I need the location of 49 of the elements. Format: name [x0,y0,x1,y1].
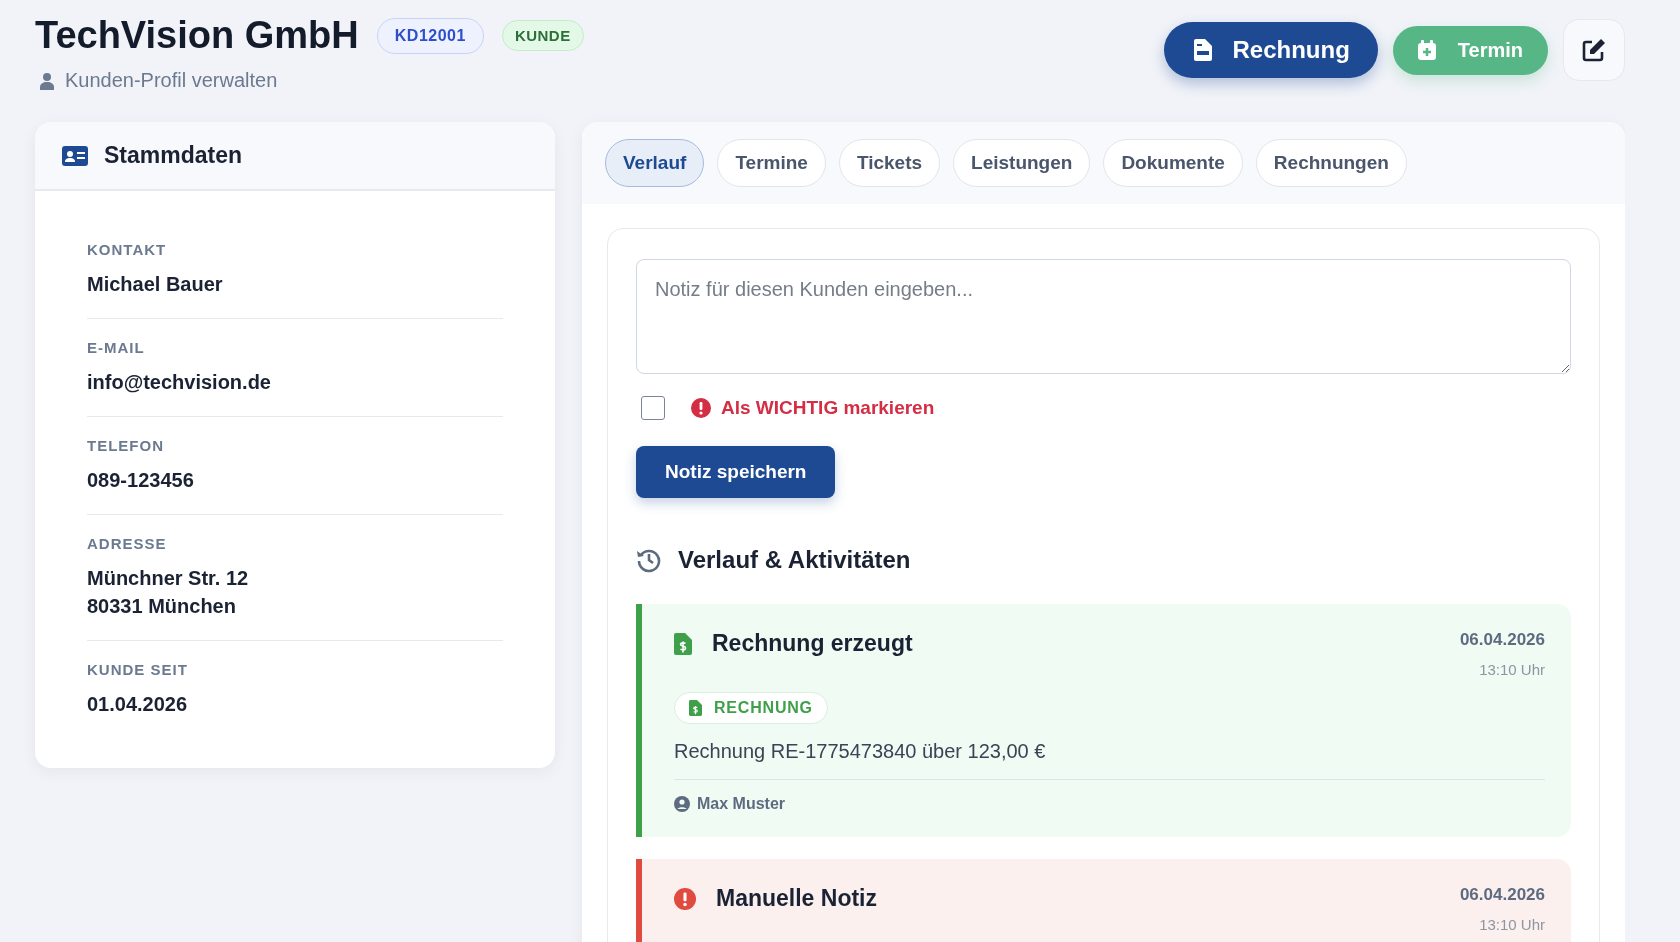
id-card-icon [62,145,88,166]
customer-name: TechVision GmbH [35,14,359,57]
card-title: Stammdaten [104,142,243,169]
document-icon [1194,39,1213,61]
note-input[interactable]: Notiz für diesen Kunden eingeben... [636,259,1571,374]
status-badge: KUNDE [501,20,584,51]
customer-id-badge: KD12001 [376,17,484,54]
entry-title: Rechnung erzeugt [712,630,913,657]
alert-icon [674,887,696,910]
field-value: 089-123456 [87,468,195,493]
invoice-icon [674,632,692,655]
entry-tag: RECHNUNG [674,692,828,724]
tab[interactable]: Dokumente [1103,139,1243,187]
field-label: ADRESSE [87,535,168,552]
field-label: TELEFON [87,437,165,454]
invoice-icon [689,700,702,716]
edit-icon [1582,38,1606,62]
field-value: Michael Bauer [87,272,224,297]
important-label: Als WICHTIG markieren [721,397,935,419]
calendar-plus-icon [1417,40,1436,60]
tab[interactable]: Rechnungen [1255,139,1407,187]
important-checkbox[interactable] [641,396,665,420]
field-label: E-MAIL [87,339,146,356]
alert-icon [691,398,711,418]
field-value: 01.04.2026 [87,692,189,717]
entry-description: Rechnung RE-1775473840 über 123,00 € [674,740,1545,780]
field-value: 80331 München [87,594,237,619]
section-title: Verlauf & Aktivitäten [678,546,911,574]
entry-time: 13:10 Uhr [1478,916,1545,933]
history-icon [636,547,662,573]
field-value: info@techvision.de [87,370,272,395]
user-icon [674,796,690,812]
field-label: KUNDE SEIT [87,661,189,678]
entry-author: Max Muster [697,795,786,813]
tab[interactable]: Tickets [838,139,941,187]
tab[interactable]: Termine [717,139,826,187]
tab[interactable]: Verlauf [605,139,705,187]
field-value: Münchner Str. 12 [87,566,250,591]
entry-time: 13:10 Uhr [1478,661,1545,678]
entry-title: Manuelle Notiz [716,885,877,912]
edit-button[interactable] [1563,19,1625,81]
field-label: KONTAKT [87,241,168,258]
person-icon [39,71,55,90]
invoice-button[interactable]: Rechnung [1164,22,1378,78]
entry-date: 06.04.2026 [1459,630,1545,650]
save-note-button[interactable]: Notiz speichern [636,446,836,498]
entry-date: 06.04.2026 [1459,885,1545,905]
tab[interactable]: Leistungen [953,139,1091,187]
subtitle: Kunden-Profil verwalten [65,69,278,92]
